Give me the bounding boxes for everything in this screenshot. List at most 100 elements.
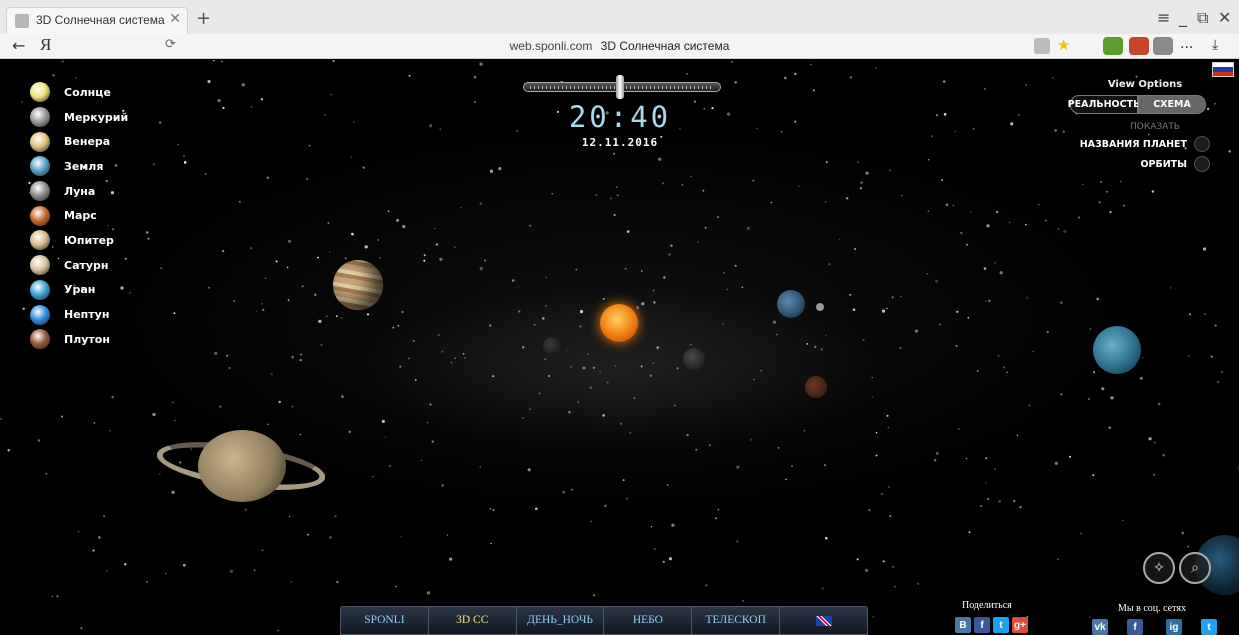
show-label: ПОКАЗАТЬ [1130,122,1180,132]
tab-close-icon[interactable]: ✕ [169,11,181,27]
mars-3d[interactable] [805,376,827,398]
saturn-3d[interactable] [198,430,286,502]
url-domain: web.sponli.com [509,39,593,53]
mercury-icon [30,107,50,128]
bottom-navigation: SPONLI 3D CC ДЕНЬ_НОЧЬ НЕБО ТЕЛЕСКОП [340,606,868,635]
twitter-icon[interactable]: t [1201,619,1217,635]
planet-list-item[interactable]: Венера [30,129,128,154]
social-label: Мы в соц. сетях [1118,603,1186,614]
nav-item[interactable]: НЕБО [604,607,693,634]
view-options-title: View Options [1107,79,1183,90]
planet-list-item[interactable]: Земля [30,154,128,179]
uk-flag-icon[interactable] [780,607,867,634]
extension-icon[interactable] [1129,37,1149,55]
planet-list-label: Марс [64,209,97,223]
new-tab-button[interactable]: + [196,8,211,29]
planet-names-toggle[interactable] [1194,136,1210,152]
planet-names-option: НАЗВАНИЯ ПЛАНЕТ [1070,136,1210,152]
planet-list-label: Сатурн [64,258,109,272]
russian-flag-icon[interactable] [1212,62,1234,77]
instagram-icon[interactable]: ig [1166,619,1182,635]
time-slider[interactable] [523,75,721,99]
minimize-icon[interactable]: _ [1179,8,1187,27]
planet-names-label: НАЗВАНИЯ ПЛАНЕТ [1079,138,1187,150]
facebook-share-icon[interactable]: f [974,617,990,633]
nav-item[interactable]: ДЕНЬ_НОЧЬ [517,607,605,634]
venus-icon [30,131,50,152]
uranus-icon [30,279,50,300]
share-label: Поделиться [962,600,1012,611]
download-icon[interactable]: ⤓ [1212,37,1218,53]
planet-list-item[interactable]: Юпитер [30,228,128,253]
earth-3d[interactable] [777,290,805,318]
twitter-share-icon[interactable]: t [993,617,1009,633]
moon-3d[interactable] [816,303,824,311]
planet-list-item[interactable]: Меркурий [30,105,128,130]
tab-favicon-icon [15,14,29,28]
planet-list: Солнце Меркурий Венера Земля Луна Марс Юпитер С… [30,80,128,352]
url-field[interactable]: web.sponli.com 3D Солнечная система [0,39,1239,53]
planet-list-item[interactable]: Уран [30,278,128,303]
planet-list-label: Земля [64,159,104,173]
orbits-toggle[interactable] [1194,156,1210,172]
pluto-icon [30,329,50,350]
planet-list-item[interactable]: Луна [30,179,128,204]
rotate-icon[interactable]: ✧ [1143,552,1175,584]
view-options-panel: View Options РЕАЛЬНОСТЬ СХЕМА ПОКАЗАТЬ Н… [1068,79,1210,172]
solar-system-view[interactable]: Солнце Меркурий Венера Земля Луна Марс Юпитер С… [0,60,1239,635]
window-close-icon[interactable]: ✕ [1218,8,1231,27]
extension-icon[interactable] [1153,37,1173,55]
reality-mode-button[interactable]: РЕАЛЬНОСТЬ [1068,95,1140,114]
earth-icon [30,156,50,177]
planet-list-item[interactable]: Плутон [30,327,128,352]
planet-list-label: Уран [64,283,96,297]
protect-icon[interactable] [1034,38,1050,54]
google-plus-share-icon[interactable]: g+ [1012,617,1028,633]
planet-list-label: Плутон [64,332,110,346]
vk-share-icon[interactable]: В [955,617,971,633]
planet-list-label: Солнце [64,85,111,99]
jupiter-icon [30,230,50,251]
uranus-3d[interactable] [1093,326,1141,374]
browser-tab-bar: 3D Солнечная система ✕ + ≡ _ ⧉ ✕ [0,0,1239,34]
mercury-3d[interactable] [543,337,561,355]
sun-3d[interactable] [600,304,638,342]
planet-list-label: Юпитер [64,233,114,247]
scheme-mode-button[interactable]: СХЕМА [1138,95,1206,114]
planet-list-item[interactable]: Солнце [30,80,128,105]
neptune-icon [30,304,50,325]
nav-item[interactable]: 3D CC [429,607,517,634]
planet-list-label: Венера [64,135,111,149]
nav-item[interactable]: SPONLI [341,607,429,634]
planet-list-item[interactable]: Нептун [30,302,128,327]
moon-icon [30,181,50,202]
planet-list-item[interactable]: Сатурн [30,253,128,278]
extension-icon[interactable] [1103,37,1123,55]
more-icon[interactable]: ... [1180,36,1193,52]
planet-list-label: Луна [64,184,96,198]
sun-icon [30,82,50,103]
browser-tab[interactable]: 3D Солнечная система ✕ [6,7,188,34]
menu-icon[interactable]: ≡ [1157,8,1170,27]
planet-list-label: Меркурий [64,110,129,124]
orbits-option: ОРБИТЫ [1070,156,1210,172]
restore-icon[interactable]: ⧉ [1197,8,1208,28]
venus-3d[interactable] [683,348,705,370]
planet-list-item[interactable]: Марс [30,203,128,228]
zoom-icon[interactable]: ⌕ [1179,552,1211,584]
slider-thumb[interactable] [616,75,624,99]
view-mode-toggle: РЕАЛЬНОСТЬ СХЕМА [1068,95,1210,114]
vk-icon[interactable]: vk [1092,619,1108,635]
date-display: 12.11.2016 [581,136,659,149]
bookmark-star-icon[interactable]: ★ [1057,36,1070,54]
address-bar: ← Я ⟳ web.sponli.com 3D Солнечная систем… [0,34,1239,59]
mars-icon [30,205,50,226]
orbits-label: ОРБИТЫ [1140,158,1187,170]
nav-item[interactable]: ТЕЛЕСКОП [692,607,781,634]
saturn-icon [30,255,50,276]
clock-display: 20:40 [568,100,672,134]
tab-title: 3D Солнечная система [36,13,165,27]
jupiter-3d[interactable] [333,260,383,310]
url-page-title: 3D Солнечная система [600,39,730,53]
facebook-icon[interactable]: f [1127,619,1143,635]
